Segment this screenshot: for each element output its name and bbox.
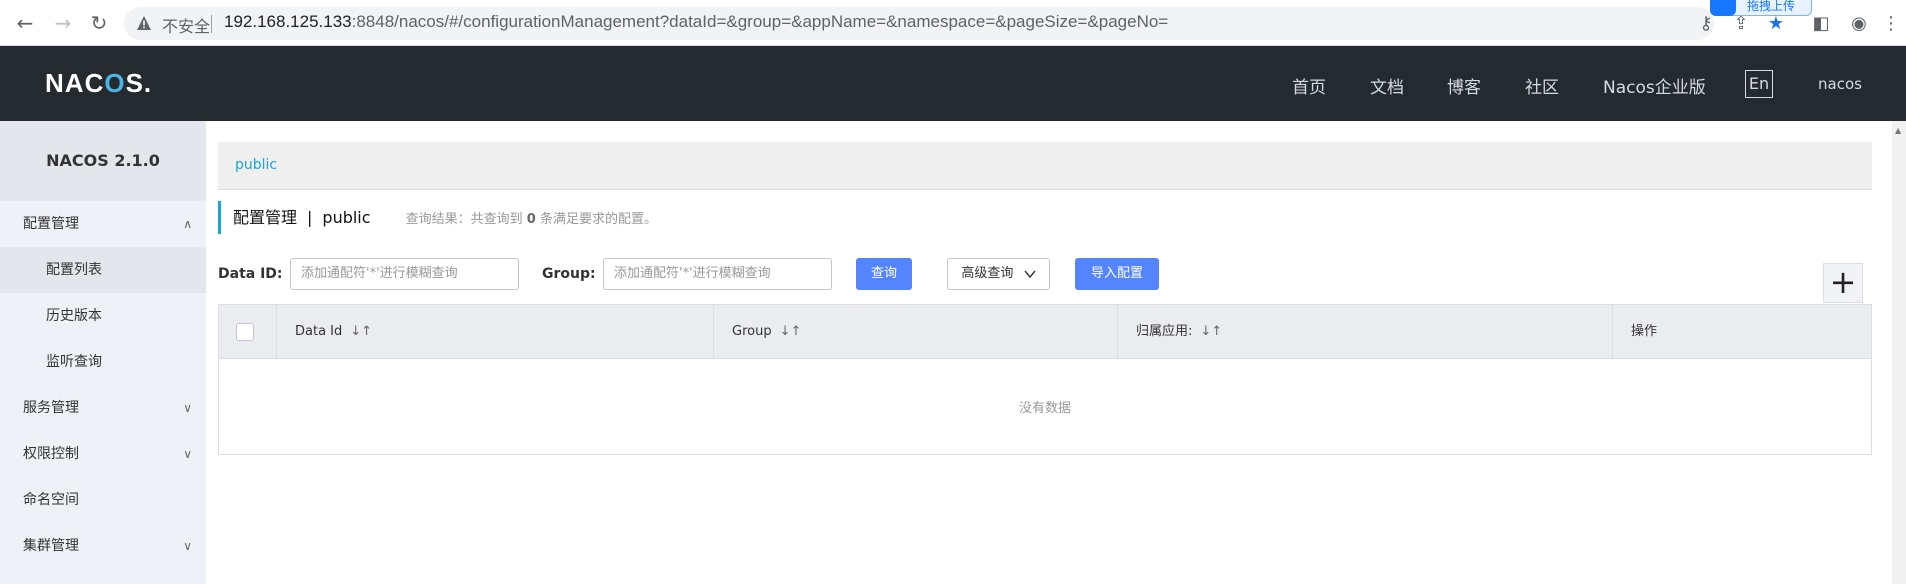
column-header-app[interactable]: 归属应用: ↓↑ <box>1118 305 1613 359</box>
data-id-input[interactable]: 添加通配符'*'进行模糊查询 <box>290 258 519 290</box>
sidebar-item-namespace[interactable]: 命名空间 <box>0 477 206 523</box>
column-header-actions: 操作 <box>1613 305 1871 359</box>
sidebar-item-label: 权限控制 <box>23 446 79 462</box>
sort-icon[interactable]: ↓↑ <box>780 324 802 339</box>
sidebar-item-history[interactable]: 历史版本 <box>0 293 206 339</box>
query-result-prefix: 查询结果：共查询到 <box>405 212 523 227</box>
column-header-group[interactable]: Group ↓↑ <box>714 305 1118 359</box>
group-label: Group: <box>542 266 596 282</box>
column-label: 操作 <box>1631 324 1658 339</box>
namespace-bar: public <box>218 142 1872 190</box>
logo-mid: C <box>84 68 105 98</box>
app-header: NACOS. 首页 文档 博客 社区 Nacos企业版 En nacos <box>0 46 1906 121</box>
title-separator: | <box>307 208 313 227</box>
page-scrollbar[interactable] <box>1892 121 1906 584</box>
key-icon[interactable]: ⚷ <box>1695 13 1717 35</box>
page-title: 配置管理 <box>233 208 298 227</box>
empty-state-text: 没有数据 <box>1018 401 1071 416</box>
select-all-checkbox[interactable] <box>236 323 254 341</box>
share-icon[interactable]: ⇪ <box>1730 13 1752 35</box>
chevron-down-icon <box>1024 270 1036 278</box>
logo-prefix: NA <box>45 68 85 98</box>
sidebar-item-label: 配置管理 <box>23 216 79 232</box>
sidebar-item-listener-query[interactable]: 监听查询 <box>0 339 206 385</box>
sidebar: NACOS 2.1.0 配置管理 ∧ 配置列表 历史版本 监听查询 服务管理 ∨… <box>0 121 206 584</box>
sidebar-item-service-management[interactable]: 服务管理 ∨ <box>0 385 206 431</box>
logo-suffix: S. <box>125 68 153 98</box>
url-text[interactable]: 192.168.125.133:8848/nacos/#/configurati… <box>224 12 1168 32</box>
column-label: Data Id <box>295 324 343 339</box>
user-menu[interactable]: nacos <box>1818 75 1862 93</box>
nav-blog[interactable]: 博客 <box>1447 73 1481 98</box>
title-namespace: public <box>322 208 371 227</box>
main-content: public 配置管理 | public 查询结果：共查询到 0 条满足要求的配置。… <box>206 121 1906 584</box>
menu-dots-icon[interactable]: ⋮ <box>1880 13 1902 35</box>
add-config-button[interactable]: + <box>1823 263 1863 303</box>
bookmark-star-icon[interactable]: ★ <box>1765 13 1787 35</box>
group-input[interactable]: 添加通配符'*'进行模糊查询 <box>603 258 832 290</box>
language-toggle[interactable]: En <box>1745 70 1773 98</box>
nacos-logo[interactable]: NACOS. <box>45 68 152 99</box>
sidebar-item-label: 命名空间 <box>23 492 79 508</box>
chevron-up-icon: ∧ <box>183 217 192 231</box>
select-all-cell <box>219 305 277 359</box>
back-icon[interactable]: ← <box>14 12 36 34</box>
browser-toolbar: ← → ↻ 不安全 192.168.125.133:8848/nacos/#/c… <box>0 0 1906 46</box>
url-host: 192.168.125.133 <box>224 12 352 31</box>
column-header-data-id[interactable]: Data Id ↓↑ <box>277 305 714 359</box>
config-table: Data Id ↓↑ Group ↓↑ 归属应用: ↓↑ 操作 没有数据 <box>218 304 1872 455</box>
page-title-bar: 配置管理 | public 查询结果：共查询到 0 条满足要求的配置。 <box>218 201 657 234</box>
namespace-tab-public[interactable]: public <box>235 157 277 173</box>
profile-icon[interactable]: ◉ <box>1848 13 1870 35</box>
nav-home[interactable]: 首页 <box>1292 73 1326 98</box>
sidebar-item-access-control[interactable]: 权限控制 ∨ <box>0 431 206 477</box>
sidebar-item-cluster-management[interactable]: 集群管理 ∨ <box>0 523 206 569</box>
insecure-label[interactable]: 不安全 <box>162 13 210 37</box>
scroll-up-arrow-icon[interactable]: ▲ <box>1895 126 1901 135</box>
sidebar-item-config-list[interactable]: 配置列表 <box>0 247 206 293</box>
query-result-count: 0 <box>526 212 536 227</box>
logo-ring: O <box>104 68 126 98</box>
sidebar-item-label: 监听查询 <box>46 354 102 370</box>
omnibox-divider <box>211 15 212 33</box>
sort-icon[interactable]: ↓↑ <box>350 324 372 339</box>
column-label: Group <box>732 324 772 339</box>
extension-cloud-icon[interactable] <box>1710 0 1736 16</box>
sidebar-item-label: 集群管理 <box>23 538 79 554</box>
advanced-search-label: 高级查询 <box>961 266 1014 281</box>
sidebar-item-config-management[interactable]: 配置管理 ∧ <box>0 201 206 247</box>
advanced-search-button[interactable]: 高级查询 <box>947 258 1050 290</box>
import-config-button[interactable]: 导入配置 <box>1075 258 1159 290</box>
sidebar-item-label: 配置列表 <box>46 262 102 278</box>
chevron-down-icon: ∨ <box>183 447 192 461</box>
sidebar-item-label: 服务管理 <box>23 400 79 416</box>
query-result-text: 查询结果：共查询到 0 条满足要求的配置。 <box>406 212 657 227</box>
chevron-down-icon: ∨ <box>183 539 192 553</box>
chevron-down-icon: ∨ <box>183 401 192 415</box>
reload-icon[interactable]: ↻ <box>88 12 110 34</box>
address-bar[interactable]: 不安全 192.168.125.133:8848/nacos/#/configu… <box>124 7 1714 40</box>
sidebar-item-label: 历史版本 <box>46 308 102 324</box>
table-header: Data Id ↓↑ Group ↓↑ 归属应用: ↓↑ 操作 <box>219 305 1871 359</box>
nav-community[interactable]: 社区 <box>1525 73 1559 98</box>
side-panel-icon[interactable]: ◧ <box>1810 13 1832 35</box>
sort-icon[interactable]: ↓↑ <box>1200 324 1222 339</box>
url-path: :8848/nacos/#/configurationManagement?da… <box>351 12 1169 31</box>
query-result-suffix: 条满足要求的配置。 <box>539 212 657 227</box>
nav-enterprise[interactable]: Nacos企业版 <box>1603 73 1706 98</box>
nav-docs[interactable]: 文档 <box>1370 73 1404 98</box>
forward-icon[interactable]: → <box>52 12 74 34</box>
column-label: 归属应用: <box>1136 324 1193 339</box>
version-label: NACOS 2.1.0 <box>0 121 206 201</box>
search-button[interactable]: 查询 <box>856 258 912 290</box>
data-id-label: Data ID: <box>218 266 283 282</box>
warning-icon[interactable] <box>136 15 152 31</box>
